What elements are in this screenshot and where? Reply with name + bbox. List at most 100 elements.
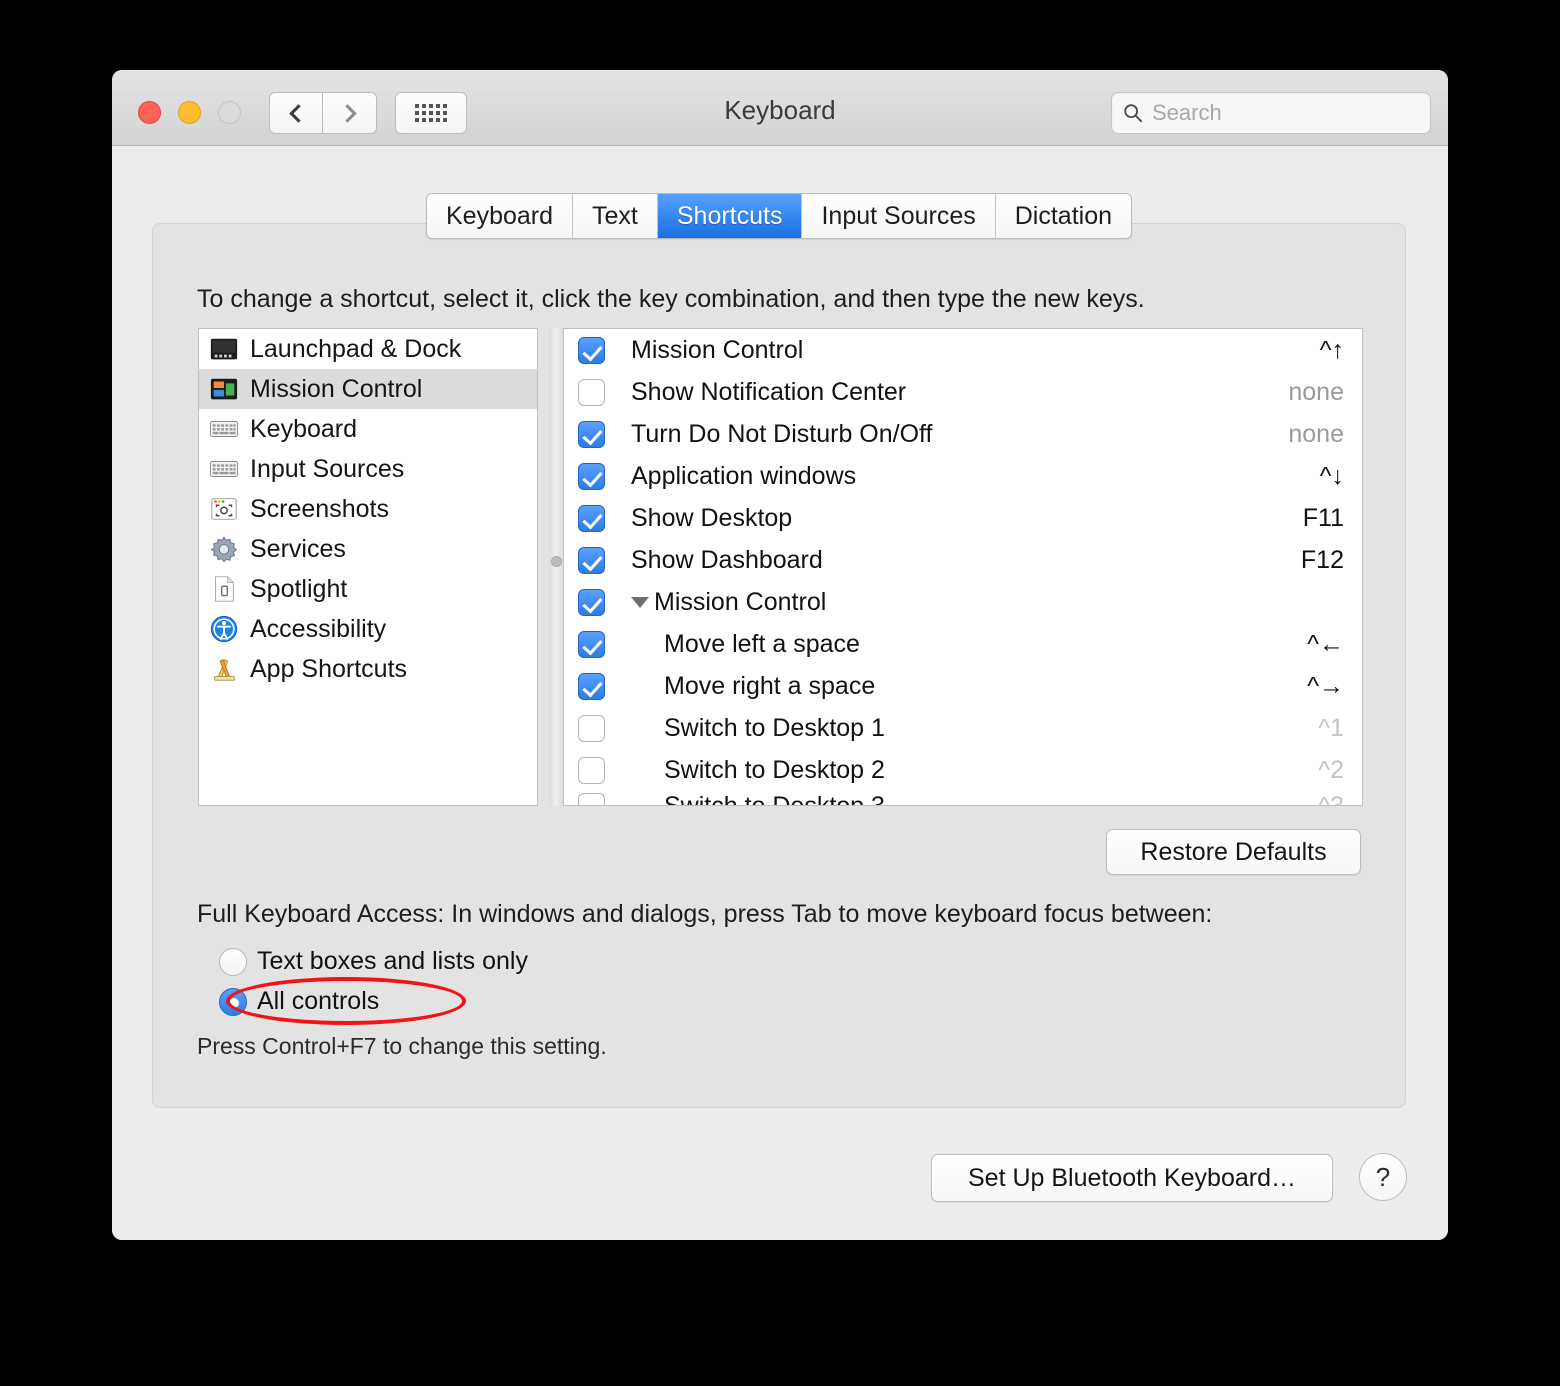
- radio-button[interactable]: [219, 947, 247, 976]
- shortcut-key-combo[interactable]: F12: [1301, 546, 1344, 575]
- sidebar-item-label: Screenshots: [250, 494, 389, 523]
- shortcut-checkbox[interactable]: [578, 336, 605, 364]
- shortcut-key-combo[interactable]: ^↑: [1320, 336, 1344, 365]
- shortcut-key-combo[interactable]: ^3: [1318, 791, 1344, 805]
- shortcut-row[interactable]: Switch to Desktop 1 ^1: [564, 707, 1362, 749]
- shortcut-checkbox[interactable]: [578, 588, 605, 616]
- search-field[interactable]: [1111, 92, 1431, 134]
- shortcut-row[interactable]: Switch to Desktop 3 ^3: [564, 791, 1362, 806]
- shortcut-row[interactable]: Show Notification Center none: [564, 371, 1362, 413]
- shortcut-label: Switch to Desktop 3: [664, 792, 885, 806]
- shortcut-row[interactable]: Application windows ^↓: [564, 455, 1362, 497]
- sidebar-item-label: Mission Control: [250, 374, 423, 403]
- search-icon: [1124, 104, 1143, 123]
- shortcut-checkbox[interactable]: [578, 378, 605, 406]
- shortcut-group-label: Mission Control: [654, 587, 827, 616]
- shortcut-checkbox[interactable]: [578, 714, 605, 742]
- shortcut-checkbox[interactable]: [578, 793, 605, 805]
- shortcut-checkbox[interactable]: [578, 420, 605, 448]
- shortcut-label: Show Dashboard: [631, 545, 823, 574]
- radio-button[interactable]: [219, 987, 247, 1016]
- accessibility-icon: [210, 615, 238, 643]
- sidebar-item-keyboard[interactable]: Keyboard: [199, 409, 537, 449]
- shortcut-label: Switch to Desktop 1: [664, 713, 885, 742]
- app-shortcuts-icon: [214, 658, 235, 681]
- shortcut-label: Turn Do Not Disturb On/Off: [631, 419, 933, 448]
- shortcut-checkbox[interactable]: [578, 756, 605, 784]
- sidebar-item-label: Keyboard: [250, 414, 358, 443]
- keyboard-icon: [209, 421, 239, 437]
- full-keyboard-access-hint: Press Control+F7 to change this setting.: [197, 1033, 607, 1059]
- sidebar-item-spotlight[interactable]: Spotlight: [199, 569, 537, 609]
- tab-dictation[interactable]: Dictation: [995, 194, 1132, 238]
- radio-all-controls[interactable]: All controls: [219, 987, 379, 1016]
- pane-splitter[interactable]: [549, 328, 563, 806]
- sidebar-item-accessibility[interactable]: Accessibility: [199, 609, 537, 649]
- shortcut-label: Show Notification Center: [631, 377, 907, 406]
- tab-bar: Keyboard Text Shortcuts Input Sources Dictat…: [153, 193, 1405, 239]
- shortcut-label: Move right a space: [664, 671, 876, 700]
- tab-text[interactable]: Text: [573, 194, 658, 238]
- shortcut-category-list[interactable]: Launchpad & Dock Mission Control Keyboar…: [198, 328, 538, 806]
- radio-label: All controls: [257, 987, 380, 1015]
- radio-label: Text boxes and lists only: [257, 947, 528, 975]
- shortcut-checkbox[interactable]: [578, 462, 605, 490]
- search-input[interactable]: [1152, 100, 1420, 126]
- splitter-handle[interactable]: [551, 556, 562, 567]
- shortcut-key-combo[interactable]: ^2: [1318, 756, 1344, 785]
- sidebar-item-label: App Shortcuts: [250, 654, 408, 683]
- shortcut-key-combo[interactable]: ^↓: [1320, 462, 1344, 491]
- shortcut-label: Switch to Desktop 2: [664, 755, 885, 784]
- sidebar-item-label: Accessibility: [250, 614, 387, 643]
- shortcut-row[interactable]: Mission Control: [564, 581, 1362, 623]
- disclosure-triangle-icon[interactable]: [631, 596, 649, 608]
- shortcut-row[interactable]: Show Dashboard F12: [564, 539, 1362, 581]
- keyboard-preferences-window: Keyboard KeyboardTextShortcutsInput Sour…: [112, 70, 1448, 1240]
- shortcut-row[interactable]: Move left a space ^←: [564, 623, 1362, 665]
- sidebar-item-label: Input Sources: [250, 454, 405, 483]
- shortcut-key-combo[interactable]: ^→: [1307, 672, 1344, 701]
- restore-defaults-button[interactable]: Restore Defaults: [1106, 829, 1361, 875]
- sidebar-item-mission-control[interactable]: Mission Control: [199, 369, 537, 409]
- shortcut-key-combo[interactable]: none: [1288, 420, 1344, 449]
- window-body: Keyboard Text Shortcuts Input Sources Dictat…: [112, 146, 1448, 1240]
- shortcut-checkbox[interactable]: [578, 504, 605, 532]
- radio-text-boxes-and-lists-only[interactable]: Text boxes and lists only: [219, 947, 528, 976]
- shortcut-key-combo[interactable]: ^1: [1318, 714, 1344, 743]
- tab-keyboard[interactable]: Keyboard: [426, 194, 574, 238]
- shortcut-key-combo[interactable]: F11: [1303, 504, 1344, 533]
- shortcut-row[interactable]: Mission Control ^↑: [564, 329, 1362, 371]
- tab-group: Keyboard Text Shortcuts Input Sources Dictat…: [425, 193, 1133, 239]
- services-gear-icon: [210, 536, 238, 563]
- shortcut-row[interactable]: Switch to Desktop 2 ^2: [564, 749, 1362, 791]
- sidebar-item-screenshots[interactable]: Screenshots: [199, 489, 537, 529]
- shortcut-checkbox[interactable]: [578, 630, 605, 658]
- screenshots-icon: [211, 498, 237, 520]
- spotlight-document-icon: [215, 576, 234, 602]
- launchpad-dock-icon: [210, 338, 238, 360]
- window-titlebar: Keyboard: [112, 70, 1448, 146]
- sidebar-item-label: Launchpad & Dock: [250, 334, 462, 363]
- shortcut-label: Mission Control: [631, 335, 804, 364]
- tab-input-sources[interactable]: Input Sources: [802, 194, 996, 238]
- shortcut-list[interactable]: Mission Control ^↑ Show Notification Cente…: [563, 328, 1363, 806]
- set-up-bluetooth-keyboard-button[interactable]: Set Up Bluetooth Keyboard…: [931, 1154, 1333, 1202]
- shortcut-row[interactable]: Show Desktop F11: [564, 497, 1362, 539]
- sidebar-item-launchpad-dock[interactable]: Launchpad & Dock: [199, 329, 537, 369]
- shortcut-row[interactable]: Move right a space ^→: [564, 665, 1362, 707]
- sidebar-item-services[interactable]: Services: [199, 529, 537, 569]
- full-keyboard-access-label: Full Keyboard Access: In windows and dia…: [197, 900, 1213, 928]
- instructions-text: To change a shortcut, select it, click t…: [197, 285, 1145, 313]
- mission-control-icon: [210, 378, 238, 400]
- tab-shortcuts[interactable]: Shortcuts: [657, 194, 803, 238]
- shortcut-label: Mission Control: [631, 588, 1344, 617]
- shortcut-key-combo[interactable]: ^←: [1307, 630, 1344, 659]
- shortcut-key-combo[interactable]: none: [1288, 378, 1344, 407]
- shortcut-label: Show Desktop: [631, 503, 793, 532]
- shortcut-checkbox[interactable]: [578, 546, 605, 574]
- sidebar-item-input-sources[interactable]: Input Sources: [199, 449, 537, 489]
- shortcut-checkbox[interactable]: [578, 672, 605, 700]
- shortcut-row[interactable]: Turn Do Not Disturb On/Off none: [564, 413, 1362, 455]
- sidebar-item-app-shortcuts[interactable]: App Shortcuts: [199, 649, 537, 689]
- help-button[interactable]: ?: [1359, 1153, 1407, 1201]
